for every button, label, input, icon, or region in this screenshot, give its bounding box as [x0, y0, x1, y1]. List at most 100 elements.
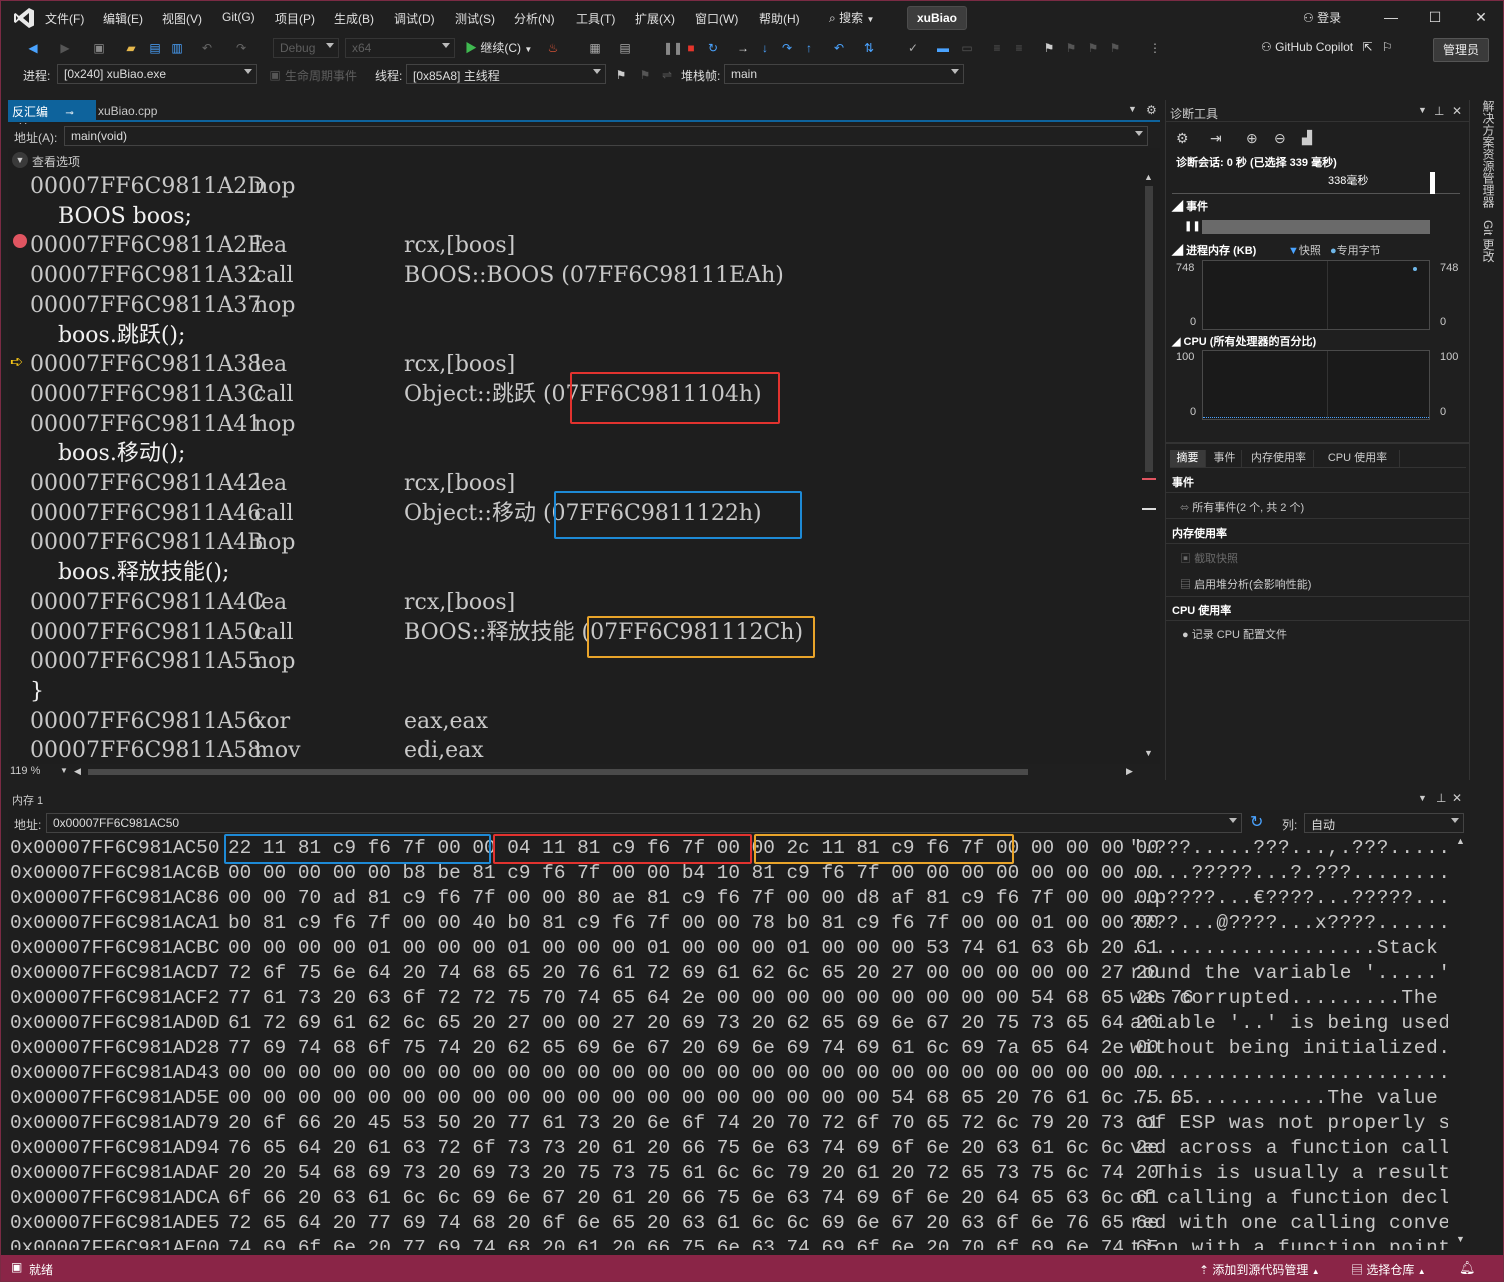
breakpoint-icon[interactable]: [13, 234, 27, 248]
undo-icon[interactable]: ↶: [199, 40, 215, 56]
memory-row-bytes[interactable]: 77 61 73 20 63 6f 72 72 75 70 74 65 64 2…: [228, 986, 1194, 1011]
zoom-in-icon[interactable]: ⊕: [1246, 130, 1258, 147]
minimize-button[interactable]: —: [1381, 7, 1401, 27]
flag-icon[interactable]: ⚑: [613, 67, 629, 83]
memory-row-bytes[interactable]: 6f 66 20 63 61 6c 6c 69 6e 67 20 61 20 6…: [228, 1186, 1159, 1211]
select-repo-button[interactable]: ▤ 选择仓库 ▲: [1351, 1261, 1426, 1278]
zoom-level[interactable]: 119 %: [10, 765, 40, 777]
menu-item[interactable]: 分析(N): [514, 10, 555, 27]
scroll-up-icon[interactable]: ▲: [1144, 172, 1153, 182]
process-select[interactable]: [0x240] xuBiao.exe: [57, 64, 257, 84]
memory-row-bytes[interactable]: 00 00 00 00 00 b8 be 81 c9 f6 7f 00 00 b…: [228, 861, 1159, 886]
menu-item[interactable]: 编辑(E): [103, 10, 143, 27]
memory-row-bytes[interactable]: 00 00 00 00 00 00 00 00 00 00 00 00 00 0…: [228, 1061, 1159, 1086]
memory-row-bytes[interactable]: 20 20 54 68 69 73 20 69 73 20 75 73 75 6…: [228, 1161, 1159, 1186]
diag-splitter[interactable]: [1166, 442, 1469, 444]
back-icon[interactable]: ◀: [25, 40, 41, 56]
events-section[interactable]: ◢ 事件: [1172, 198, 1208, 214]
memory-row-ascii[interactable]: of ESP was not properly sa: [1130, 1111, 1448, 1136]
thread-select[interactable]: [0x85A8] 主线程: [406, 64, 606, 84]
pause-icon[interactable]: ❚❚: [663, 40, 683, 56]
scroll-up-icon[interactable]: ▲: [1456, 836, 1465, 846]
memory-row-ascii[interactable]: tion with a function pointe: [1130, 1236, 1448, 1250]
memory-row-ascii[interactable]: was corrupted.........The v: [1130, 986, 1448, 1011]
memory-row-ascii[interactable]: of calling a function decla: [1130, 1186, 1448, 1211]
cpu-section[interactable]: ◢ CPU (所有处理器的百分比): [1172, 333, 1316, 349]
new-project-icon[interactable]: ▣: [91, 40, 107, 56]
diag-tab[interactable]: CPU 使用率: [1316, 450, 1400, 467]
admin-badge[interactable]: 管理员: [1433, 38, 1489, 62]
prev-bookmark-icon[interactable]: ⚑: [1063, 40, 1079, 56]
scroll-left-icon[interactable]: ◀: [74, 766, 81, 777]
memory-row-ascii[interactable]: .....?????...?.???.........: [1130, 861, 1448, 886]
add-source-control-button[interactable]: ⇡ 添加到源代码管理 ▲: [1199, 1261, 1320, 1278]
spell-check-icon[interactable]: ✓: [905, 40, 921, 56]
diag-tab[interactable]: 事件: [1208, 450, 1242, 467]
menu-item[interactable]: 文件(F): [45, 10, 84, 27]
pin-icon[interactable]: ⊸: [65, 108, 73, 119]
uncomment-icon[interactable]: ▭: [959, 40, 975, 56]
memory-row-ascii[interactable]: ...........................: [1130, 1061, 1448, 1086]
menu-item[interactable]: 帮助(H): [759, 10, 800, 27]
timeline-ruler[interactable]: 338毫秒: [1172, 170, 1460, 194]
memory-row-ascii[interactable]: ved across a function call.: [1130, 1136, 1448, 1161]
chevron-down-icon[interactable]: ▼: [60, 766, 68, 775]
menu-item[interactable]: 窗口(W): [695, 10, 738, 27]
menu-item[interactable]: 项目(P): [275, 10, 315, 27]
step-back-icon[interactable]: ↶: [831, 40, 847, 56]
git-changes-tab[interactable]: Git 更改: [1480, 220, 1497, 263]
memory-row-bytes[interactable]: 77 69 74 68 6f 75 74 20 62 65 69 6e 67 2…: [228, 1036, 1159, 1061]
columns-select[interactable]: 自动: [1304, 813, 1464, 833]
memory-row-bytes[interactable]: 20 6f 66 20 45 53 50 20 77 61 73 20 6e 6…: [228, 1111, 1159, 1136]
chevron-down-icon[interactable]: ▼: [1128, 104, 1137, 114]
heap-profile-toggle[interactable]: ▤ 启用堆分析(会影响性能): [1180, 576, 1311, 592]
platform-select[interactable]: x64: [345, 38, 455, 58]
memory-row-ascii[interactable]: ariable '..' is being used: [1130, 1011, 1448, 1036]
view-options[interactable]: ▼ 查看选项: [8, 150, 1160, 170]
menu-item[interactable]: 测试(S): [455, 10, 495, 27]
clear-bookmark-icon[interactable]: ⚑: [1107, 40, 1123, 56]
take-snapshot-button[interactable]: ▣ 截取快照: [1180, 550, 1238, 566]
copilot-button[interactable]: ⚇ GitHub Copilot ⇱ ⚐: [1261, 40, 1393, 54]
address-input[interactable]: main(void): [64, 126, 1148, 146]
memory-row-bytes[interactable]: 74 69 6f 6e 20 77 69 74 68 20 61 20 66 7…: [228, 1236, 1159, 1250]
bookmark-icon[interactable]: ⚑: [1041, 40, 1057, 56]
scroll-down-icon[interactable]: ▼: [1144, 748, 1153, 758]
toolbar-options-icon[interactable]: ⋮: [1147, 40, 1163, 56]
memory-row-ascii[interactable]: ".???.....???...,.???......: [1130, 836, 1448, 861]
cpu-graph[interactable]: [1202, 350, 1430, 420]
tab-disassembly[interactable]: 反汇编 ⊸ ✕: [8, 100, 96, 134]
flag-threads-icon[interactable]: ⚑: [637, 67, 653, 83]
memory-section[interactable]: ◢ 进程内存 (KB): [1172, 242, 1256, 258]
export-icon[interactable]: ⇥: [1210, 130, 1222, 147]
close-button[interactable]: ✕: [1471, 7, 1491, 27]
save-all-icon[interactable]: ▥: [169, 40, 185, 56]
zoom-out-icon[interactable]: ⊖: [1274, 130, 1286, 147]
memory-row-bytes[interactable]: 00 00 70 ad 81 c9 f6 7f 00 00 80 ae 81 c…: [228, 886, 1159, 911]
stack-frame-select[interactable]: main: [724, 64, 964, 84]
memory-grid[interactable]: 0x00007FF6C981AC50 22 11 81 c9 f6 7f 00 0…: [8, 836, 1448, 1250]
breakpoint-filter-icon[interactable]: ⇅: [861, 40, 877, 56]
diag-tab[interactable]: 摘要: [1170, 450, 1206, 467]
chart-icon[interactable]: ▟: [1302, 130, 1312, 146]
layout-icon[interactable]: ▤: [617, 40, 633, 56]
step-out-icon[interactable]: ↑: [801, 40, 817, 56]
memory-row-bytes[interactable]: b0 81 c9 f6 7f 00 00 40 b0 81 c9 f6 7f 0…: [228, 911, 1159, 936]
memory-row-bytes[interactable]: 61 72 69 61 62 6c 65 20 27 00 00 27 20 6…: [228, 1011, 1159, 1036]
memory-row-ascii[interactable]: This is usually a result: [1130, 1161, 1448, 1186]
stop-icon[interactable]: ■: [683, 40, 699, 56]
memory-row-ascii[interactable]: ..p????...€????...?????....: [1130, 886, 1448, 911]
forward-icon[interactable]: ▶: [57, 40, 73, 56]
memory-row-bytes[interactable]: 72 6f 75 6e 64 20 74 68 65 20 76 61 72 6…: [228, 961, 1159, 986]
memory-row-ascii[interactable]: red with one calling conven: [1130, 1211, 1448, 1236]
open-folder-icon[interactable]: ▰: [123, 40, 139, 56]
horizontal-scrollbar[interactable]: 119 % ▼ ◀ ▶: [8, 764, 1160, 780]
solution-explorer-tab[interactable]: 解决方案资源管理器: [1480, 100, 1497, 208]
vertical-scrollbar[interactable]: ▲ ▼: [1142, 172, 1156, 762]
memory-row-bytes[interactable]: 00 00 00 00 00 00 00 00 00 00 00 00 00 0…: [228, 1086, 1194, 1111]
save-icon[interactable]: ▤: [147, 40, 163, 56]
scroll-right-icon[interactable]: ▶: [1126, 766, 1133, 777]
menu-item[interactable]: 扩展(X): [635, 10, 675, 27]
tab-xubiao-cpp[interactable]: xuBiao.cpp: [98, 104, 157, 118]
chevron-down-icon[interactable]: ▼: [1418, 105, 1427, 115]
